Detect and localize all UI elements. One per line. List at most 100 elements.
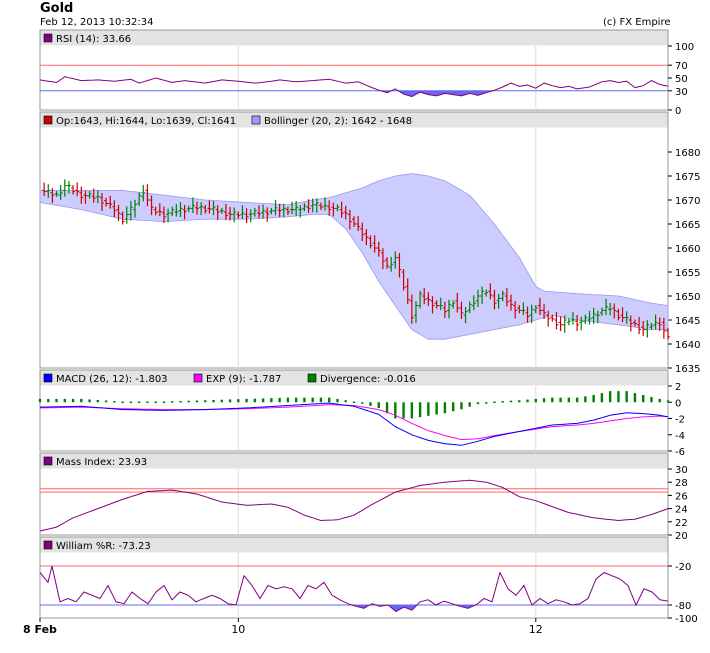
divergence-bar [460, 402, 463, 410]
divergence-bar [650, 396, 653, 403]
divergence-bar [608, 391, 612, 403]
divergence-bar [468, 402, 471, 407]
divergence-bar [245, 398, 248, 403]
legend-swatch [43, 115, 53, 125]
divergence-bar [278, 397, 281, 403]
williams-legend: William %R: -73.23 [56, 541, 151, 552]
y-tick-label: 0 [675, 106, 681, 117]
divergence-bar [617, 391, 620, 403]
chart-canvas: 0305070100RSI (14): 33.66163516401645165… [23, 29, 700, 636]
bollinger-legend: Bollinger (20, 2): 1642 - 1648 [264, 116, 412, 127]
y-tick-label: 1645 [675, 316, 700, 327]
y-tick-label: -2 [675, 415, 685, 426]
divergence-bar [443, 402, 447, 414]
macd-panel: -6 -4 -2 0 2 MACD (26, 12): -1.803 EXP (9): -1… [38, 369, 685, 458]
divergence-bar [377, 402, 380, 409]
divergence-bar [435, 402, 438, 415]
legend-swatch [193, 373, 203, 383]
rsi-panel: 0 30 50 70 100 RSI (14): 33.66 [39, 29, 694, 117]
y-tick-label: -100 [675, 614, 698, 625]
y-tick-label: 0 [675, 398, 681, 409]
divergence-bar [402, 402, 405, 419]
divergence-bar [286, 397, 290, 403]
divergence-bar [476, 402, 480, 405]
divergence-bar [600, 393, 604, 403]
divergence-bar [666, 400, 670, 403]
divergence-bar [228, 399, 232, 403]
y-tick-label: 22 [675, 518, 688, 529]
divergence-bar [113, 400, 116, 403]
rsi-legend: RSI (14): 33.66 [56, 34, 131, 45]
price-y-axis: 1635 1640 1645 1650 1655 1660 1665 1670 1675 1680 [668, 148, 700, 375]
divergence-bar [294, 397, 298, 403]
divergence-bar [427, 402, 430, 416]
divergence-bar [212, 399, 215, 403]
divergence-bar [162, 401, 166, 404]
y-tick-label: 30 [675, 465, 688, 476]
y-tick-label: 1650 [675, 292, 700, 303]
y-tick-label: 24 [675, 505, 688, 516]
divergence-bar [253, 398, 257, 403]
divergence-bar [518, 400, 521, 403]
divergence-bar [220, 399, 223, 403]
y-tick-label: 100 [675, 42, 694, 53]
mass-y-axis: 20 22 24 26 28 30 [668, 465, 688, 542]
divergence-bar [633, 393, 637, 403]
divergence-bar [88, 399, 91, 403]
divergence-bar [71, 398, 75, 403]
divergence-bar [195, 400, 199, 403]
divergence-bar [204, 400, 207, 403]
legend-swatch [43, 373, 53, 383]
divergence-bar [344, 400, 347, 403]
y-tick-label: 1655 [675, 268, 700, 279]
y-tick-label: 1675 [675, 172, 700, 183]
divergence-bar [47, 398, 50, 403]
y-tick-label: 28 [675, 478, 688, 489]
divergence-bar [96, 399, 100, 403]
divergence-bar [63, 398, 66, 403]
divergence-bar [542, 398, 546, 403]
y-tick-label: 1670 [675, 196, 700, 207]
divergence-bar [493, 401, 496, 404]
divergence-bar [104, 400, 108, 403]
legend-swatch [43, 456, 53, 466]
divergence-bar [451, 402, 455, 412]
divergence-bar [336, 398, 339, 403]
divergence-bar [137, 401, 141, 404]
legend-swatch [307, 373, 317, 383]
divergence-bar [625, 391, 628, 403]
divergence-bar [154, 401, 157, 404]
divergence-bar [551, 397, 554, 403]
divergence-bar [509, 400, 513, 403]
legend-swatch [43, 540, 53, 550]
divergence-bar [501, 401, 504, 403]
exp-legend: EXP (9): -1.787 [206, 374, 281, 385]
divergence-bar [369, 402, 372, 406]
x-tick-label: 12 [529, 623, 543, 636]
y-tick-label: 20 [675, 531, 688, 542]
divergence-bar [261, 398, 265, 403]
divergence-bar [319, 397, 323, 403]
divergence-bar [237, 399, 240, 403]
divergence-bar [121, 401, 124, 404]
williams-y-axis: -100 -80 -20 [668, 562, 698, 625]
divergence-bar [385, 402, 389, 414]
divergence-bar [485, 402, 488, 404]
y-tick-label: 1635 [675, 364, 700, 375]
y-tick-label: -6 [675, 447, 685, 458]
divergence-bar [584, 396, 587, 403]
x-tick-label: 10 [231, 623, 245, 636]
divergence-bar [352, 401, 356, 404]
divergence-bar [311, 397, 314, 403]
divergence-bar [129, 401, 133, 404]
divergence-bar [38, 398, 42, 403]
divergence-bar [80, 398, 83, 403]
rsi-header-bar [40, 30, 668, 46]
legend-swatch [43, 33, 53, 43]
divergence-bar [270, 398, 273, 403]
y-tick-label: -4 [675, 431, 685, 442]
divergence-bar [303, 397, 306, 403]
divergence-bar [418, 402, 422, 418]
divergence-bar [526, 399, 529, 403]
divergence-bar [187, 400, 190, 403]
